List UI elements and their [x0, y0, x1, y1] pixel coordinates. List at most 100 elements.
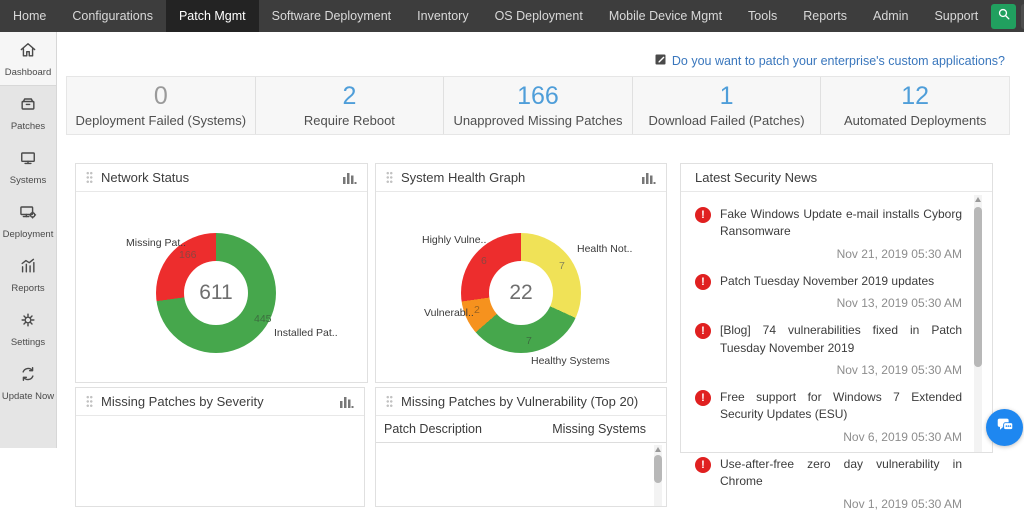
severity-panel: Missing Patches by Severity	[75, 387, 365, 507]
chart-type-icon[interactable]	[641, 172, 656, 184]
news-title-link[interactable]: Fake Windows Update e-mail installs Cybo…	[720, 206, 962, 241]
nav-item-configurations[interactable]: Configurations	[59, 0, 166, 32]
search-button[interactable]	[991, 4, 1016, 29]
sidebar-item-settings[interactable]: Settings	[0, 302, 56, 356]
slice-value-missing: 166	[179, 249, 197, 261]
news-date: Nov 1, 2019 05:30 AM	[720, 497, 962, 511]
stat-label: Unapproved Missing Patches	[453, 113, 622, 128]
chart-type-icon[interactable]	[342, 172, 357, 184]
slice-label-highly-vulnerable: Highly Vulne..	[422, 234, 486, 246]
drag-handle-icon[interactable]	[386, 171, 393, 184]
stat-value: 1	[720, 83, 734, 111]
home-icon	[18, 40, 38, 65]
nav-item-home[interactable]: Home	[0, 0, 59, 32]
panel-title: Missing Patches by Vulnerability (Top 20…	[401, 394, 638, 409]
vulnerability-scrollbar-thumb[interactable]	[654, 455, 662, 483]
stat-value: 12	[901, 83, 929, 111]
stat-download-failed-patches[interactable]: 1 Download Failed (Patches)	[633, 77, 822, 134]
nav-item-patch-mgmt[interactable]: Patch Mgmt	[166, 0, 259, 32]
nav-item-os-deployment[interactable]: OS Deployment	[482, 0, 596, 32]
left-sidebar: Dashboard Patches Systems Deployment Rep…	[0, 32, 57, 448]
sidebar-item-reports[interactable]: Reports	[0, 248, 56, 302]
news-title-link[interactable]: [Blog] 74 vulnerabilities fixed in Patch…	[720, 322, 962, 357]
sidebar-item-label: Patches	[11, 121, 45, 132]
stat-label: Download Failed (Patches)	[649, 113, 805, 128]
refresh-icon	[18, 364, 38, 389]
column-missing-systems: Missing Systems	[552, 422, 646, 436]
nav-actions	[991, 0, 1024, 32]
news-item: ! Use-after-free zero day vulnerability …	[695, 448, 962, 515]
panel-title: Latest Security News	[695, 170, 817, 185]
news-item: ! Fake Windows Update e-mail installs Cy…	[695, 198, 962, 265]
news-list: ! Fake Windows Update e-mail installs Cy…	[681, 192, 992, 519]
monitor-gear-icon	[18, 202, 38, 227]
chart-type-icon[interactable]	[339, 396, 354, 408]
nav-item-inventory[interactable]: Inventory	[404, 0, 481, 32]
nav-item-mobile-device-mgmt[interactable]: Mobile Device Mgmt	[596, 0, 735, 32]
news-item: ! [Blog] 74 vulnerabilities fixed in Pat…	[695, 314, 962, 381]
custom-apps-link[interactable]: Do you want to patch your enterprise's c…	[655, 53, 1005, 68]
stat-label: Deployment Failed (Systems)	[76, 113, 247, 128]
alert-icon: !	[695, 457, 711, 473]
nav-item-admin[interactable]: Admin	[860, 0, 921, 32]
drag-handle-icon[interactable]	[86, 395, 93, 408]
sidebar-item-label: Dashboard	[5, 67, 51, 78]
slice-value-healthy: 7	[526, 335, 532, 347]
vulnerability-table-header: Patch Description Missing Systems	[376, 416, 666, 443]
slice-value-health-not: 7	[559, 260, 565, 272]
donut-center-total: 22	[489, 261, 553, 325]
news-title-link[interactable]: Patch Tuesday November 2019 updates	[720, 273, 962, 290]
stat-deployment-failed-systems[interactable]: 0 Deployment Failed (Systems)	[67, 77, 256, 134]
alert-icon: !	[695, 323, 711, 339]
stat-value: 0	[154, 83, 168, 111]
gear-icon	[18, 310, 38, 335]
search-icon	[996, 6, 1012, 27]
stat-automated-deployments[interactable]: 12 Automated Deployments	[821, 77, 1009, 134]
sidebar-item-update-now[interactable]: Update Now	[0, 356, 56, 410]
nav-item-reports[interactable]: Reports	[790, 0, 860, 32]
slice-value-vulnerable: 2	[474, 304, 480, 316]
column-patch-description: Patch Description	[384, 422, 482, 436]
news-title-link[interactable]: Free support for Windows 7 Extended Secu…	[720, 389, 962, 424]
sidebar-item-dashboard[interactable]: Dashboard	[0, 32, 56, 86]
bar-chart-icon	[18, 256, 38, 281]
chat-bubbles-icon	[995, 415, 1015, 440]
slice-value-installed: 445	[254, 313, 272, 325]
stat-require-reboot[interactable]: 2 Require Reboot	[256, 77, 445, 134]
panel-title: Network Status	[101, 170, 189, 185]
nav-item-software-deployment[interactable]: Software Deployment	[259, 0, 405, 32]
slice-label-installed: Installed Pat..	[274, 327, 338, 339]
news-date: Nov 13, 2019 05:30 AM	[720, 363, 962, 377]
summary-stats-bar: 0 Deployment Failed (Systems) 2 Require …	[66, 76, 1010, 135]
panel-title: System Health Graph	[401, 170, 525, 185]
stat-label: Automated Deployments	[844, 113, 986, 128]
nav-item-support[interactable]: Support	[921, 0, 991, 32]
sidebar-item-label: Settings	[11, 337, 45, 348]
slice-label-vulnerable: Vulnerabl..	[424, 307, 474, 319]
news-scrollbar-thumb[interactable]	[974, 207, 982, 367]
patch-box-icon	[18, 94, 38, 119]
scroll-up-arrow-icon[interactable]	[975, 197, 981, 202]
news-item: ! Free support for Windows 7 Extended Se…	[695, 381, 962, 448]
custom-apps-link-text: Do you want to patch your enterprise's c…	[672, 54, 1005, 68]
sidebar-item-label: Deployment	[3, 229, 54, 240]
sidebar-item-label: Systems	[10, 175, 46, 186]
alert-icon: !	[695, 207, 711, 223]
sidebar-item-deployment[interactable]: Deployment	[0, 194, 56, 248]
monitor-icon	[18, 148, 38, 173]
stat-unapproved-missing-patches[interactable]: 166 Unapproved Missing Patches	[444, 77, 633, 134]
sidebar-item-systems[interactable]: Systems	[0, 140, 56, 194]
slice-value-highly-vulnerable: 6	[481, 255, 487, 267]
nav-item-tools[interactable]: Tools	[735, 0, 790, 32]
sidebar-item-patches[interactable]: Patches	[0, 86, 56, 140]
news-scrollbar	[974, 195, 982, 452]
news-date: Nov 13, 2019 05:30 AM	[720, 296, 962, 310]
chat-widget-button[interactable]	[986, 409, 1023, 446]
sidebar-item-label: Update Now	[2, 391, 54, 402]
compose-icon	[655, 53, 667, 68]
donut-center-total: 611	[184, 261, 248, 325]
alert-icon: !	[695, 274, 711, 290]
drag-handle-icon[interactable]	[386, 395, 393, 408]
drag-handle-icon[interactable]	[86, 171, 93, 184]
news-title-link[interactable]: Use-after-free zero day vulnerability in…	[720, 456, 962, 491]
